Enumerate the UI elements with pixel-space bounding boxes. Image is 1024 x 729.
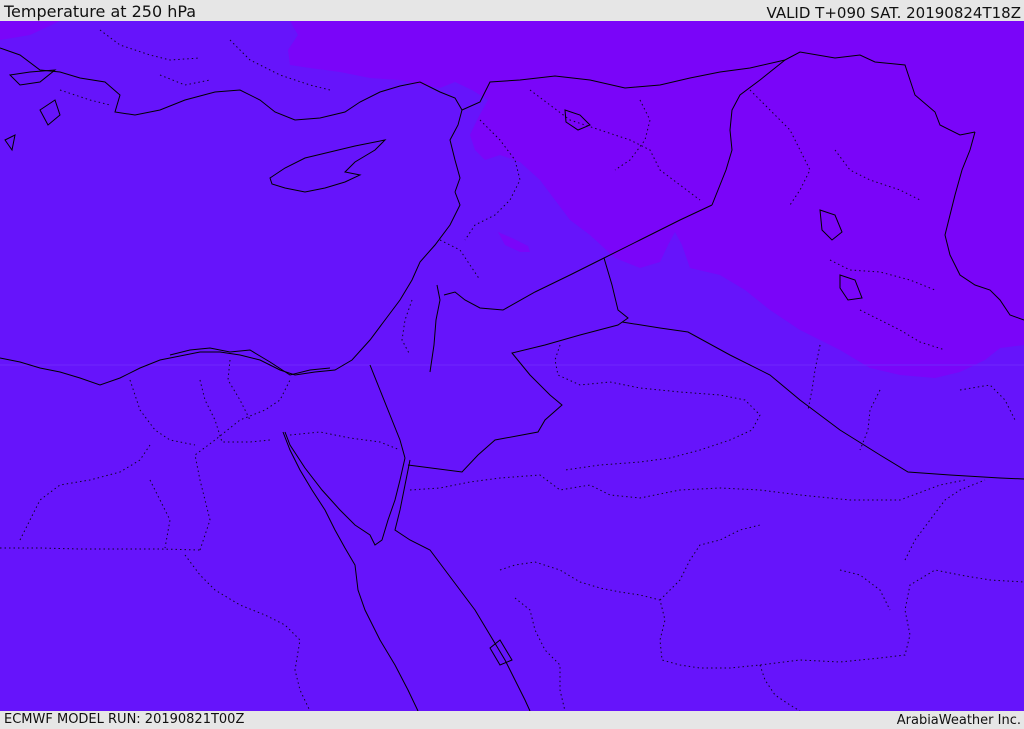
map-canvas [0, 21, 1024, 711]
map-title: Temperature at 250 hPa [4, 2, 197, 21]
footer-bar: ECMWF MODEL RUN: 20190821T00Z ArabiaWeat… [0, 711, 1024, 729]
model-run-label: ECMWF MODEL RUN: 20190821T00Z [4, 712, 245, 727]
valid-time: VALID T+090 SAT. 20190824T18Z [766, 4, 1021, 22]
weather-map [0, 21, 1024, 711]
credit-label: ArabiaWeather Inc. [896, 713, 1021, 728]
header-bar: Temperature at 250 hPa VALID T+090 SAT. … [0, 0, 1024, 21]
